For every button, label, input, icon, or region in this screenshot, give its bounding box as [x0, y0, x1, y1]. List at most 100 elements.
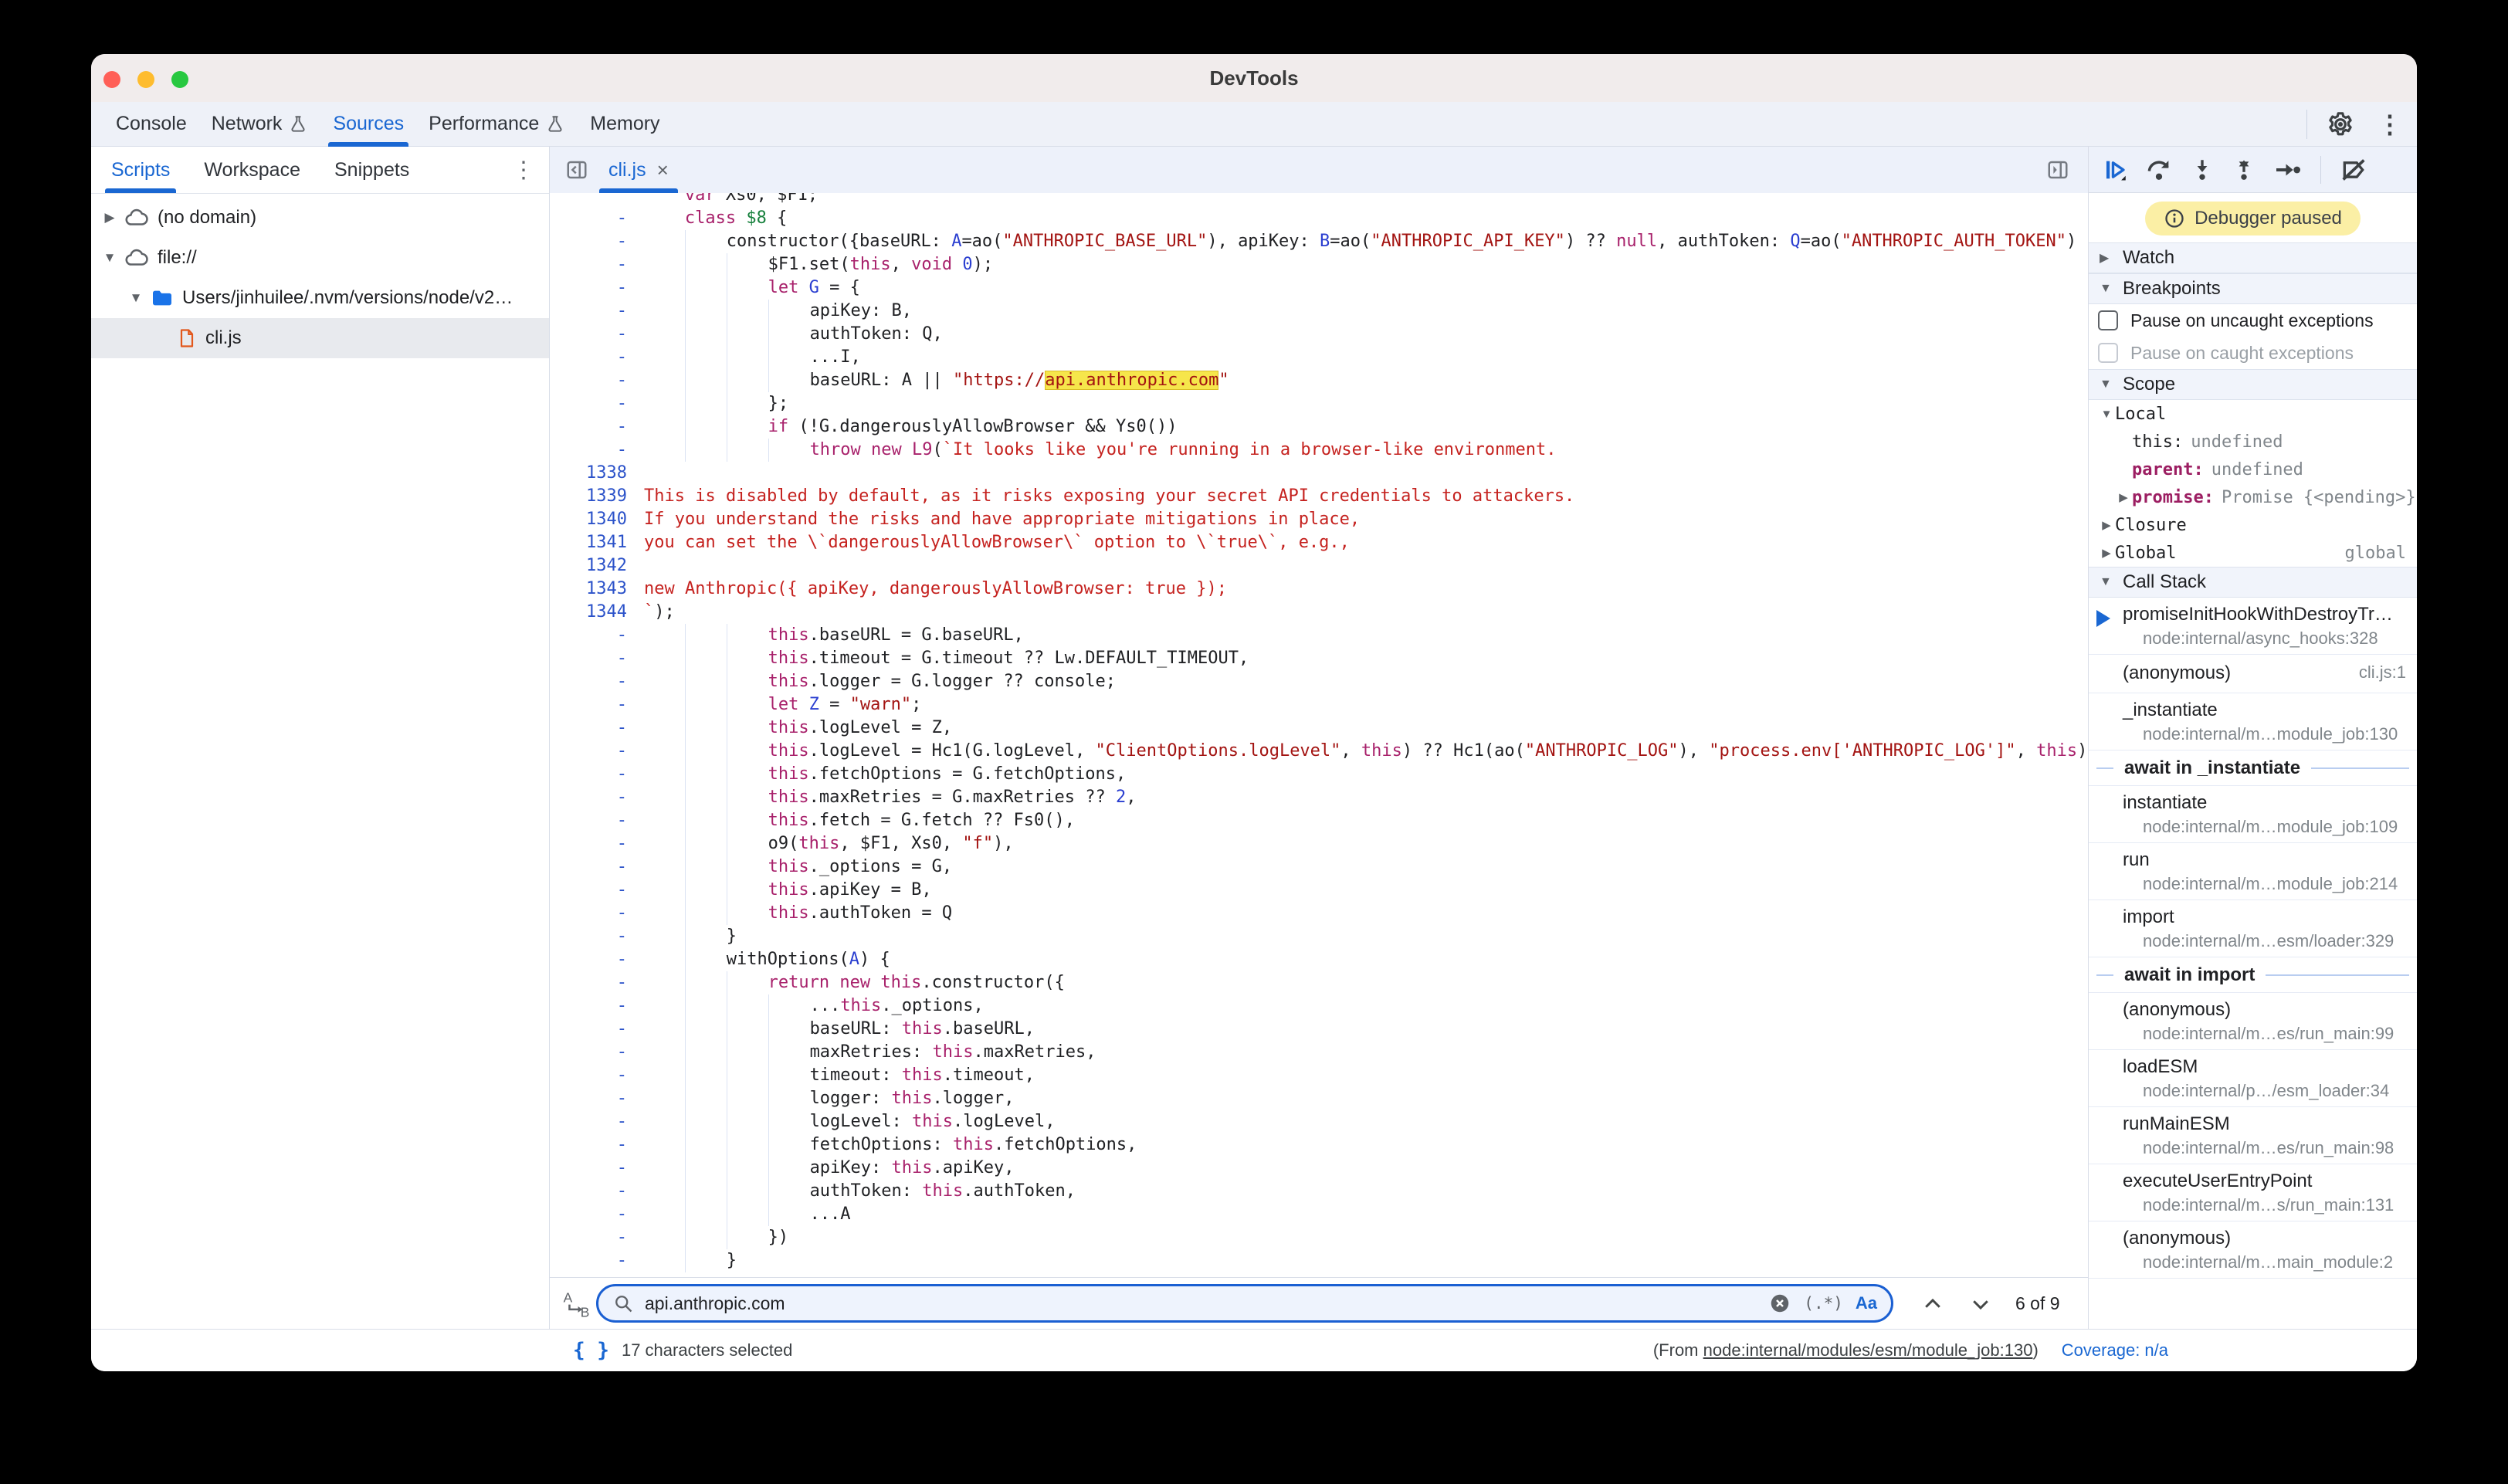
line-gutter[interactable]: 1341	[550, 531, 627, 554]
navigator-tab-snippets[interactable]: Snippets	[334, 147, 409, 193]
call-stack-frame[interactable]: (anonymous)cli.js:1	[2089, 655, 2417, 693]
call-stack-frame[interactable]: _instantiatenode:internal/m…module_job:1…	[2089, 693, 2417, 750]
line-gutter[interactable]: -	[550, 763, 627, 786]
line-gutter[interactable]: -	[550, 948, 627, 971]
replace-toggle-icon[interactable]: AB	[562, 1289, 591, 1318]
scope-row-promise[interactable]: ▶promise:Promise {<pending>}	[2089, 483, 2417, 511]
toggle-debugger-sidebar-icon[interactable]	[2046, 158, 2069, 181]
resume-script-icon[interactable]	[2103, 154, 2129, 186]
line-gutter[interactable]: -	[550, 994, 627, 1018]
line-gutter[interactable]: -	[550, 1110, 627, 1133]
line-gutter[interactable]: -	[550, 717, 627, 740]
line-gutter[interactable]: -	[550, 786, 627, 809]
checkbox[interactable]	[2098, 310, 2118, 330]
search-input[interactable]: api.anthropic.com (.*) Aa	[596, 1284, 1893, 1323]
line-gutter[interactable]: 1342	[550, 554, 627, 578]
tree-item-file-[interactable]: ▼file://	[91, 238, 549, 278]
chevron-right-icon[interactable]: ▶	[102, 210, 117, 225]
hide-navigator-icon[interactable]	[565, 158, 588, 181]
line-gutter[interactable]: -	[550, 230, 627, 253]
line-gutter[interactable]: -	[550, 439, 627, 462]
line-gutter[interactable]: 1340	[550, 508, 627, 531]
call-stack-frame[interactable]: (anonymous)node:internal/m…main_module:2	[2089, 1221, 2417, 1279]
call-stack-frame[interactable]: executeUserEntryPointnode:internal/m…s/r…	[2089, 1164, 2417, 1221]
line-gutter[interactable]: -	[550, 1133, 627, 1157]
coverage-link[interactable]: Coverage: n/a	[2062, 1340, 2168, 1360]
tree-item-cli-js[interactable]: cli.js	[91, 318, 549, 358]
line-gutter[interactable]: -	[550, 1041, 627, 1064]
scope-row-parent[interactable]: parent:undefined	[2089, 456, 2417, 483]
code-editor[interactable]: var Xs0, $F1;-class $8 {-constructor({ba…	[550, 193, 2088, 1278]
tab-network[interactable]: Network	[199, 102, 321, 147]
step-out-icon[interactable]	[2231, 154, 2257, 186]
pretty-print-icon[interactable]: { }	[573, 1339, 609, 1362]
line-gutter[interactable]: -	[550, 647, 627, 670]
line-gutter[interactable]: -	[550, 902, 627, 925]
navigator-kebab-menu-icon[interactable]: ⋮	[512, 147, 535, 193]
regex-toggle-icon[interactable]: (.*)	[1804, 1294, 1843, 1313]
line-gutter[interactable]: -	[550, 809, 627, 832]
scope-row-this[interactable]: this:undefined	[2089, 428, 2417, 456]
scope-row-Closure[interactable]: ▶Closure	[2089, 511, 2417, 539]
scope-row-Global[interactable]: ▶Globalglobal	[2089, 539, 2417, 567]
chevron-right-icon[interactable]: ▶	[2115, 490, 2132, 504]
line-gutter[interactable]: -	[550, 740, 627, 763]
line-gutter[interactable]: -	[550, 300, 627, 323]
line-gutter[interactable]: -	[550, 1249, 627, 1272]
step-into-icon[interactable]	[2189, 154, 2215, 186]
breakpoint-option[interactable]: Pause on caught exceptions	[2089, 337, 2417, 369]
line-gutter[interactable]: -	[550, 369, 627, 392]
line-gutter[interactable]: 1343	[550, 578, 627, 601]
tab-console[interactable]: Console	[103, 102, 199, 147]
section-breakpoints[interactable]: ▼Breakpoints	[2089, 273, 2417, 304]
line-gutter[interactable]: -	[550, 693, 627, 717]
tab-performance[interactable]: Performance	[416, 102, 578, 147]
line-gutter[interactable]: -	[550, 207, 627, 230]
close-tab-icon[interactable]: ×	[657, 158, 669, 182]
line-gutter[interactable]: -	[550, 253, 627, 276]
kebab-menu-icon[interactable]: ⋮	[2374, 108, 2406, 141]
step-icon[interactable]	[2272, 154, 2303, 186]
call-stack-frame[interactable]: (anonymous)node:internal/m…es/run_main:9…	[2089, 993, 2417, 1050]
line-gutter[interactable]: -	[550, 276, 627, 300]
line-gutter[interactable]: -	[550, 925, 627, 948]
previous-match-icon[interactable]	[1913, 1278, 1952, 1330]
match-case-toggle-icon[interactable]: Aa	[1856, 1293, 1877, 1313]
section-call-stack[interactable]: ▼Call Stack	[2089, 567, 2417, 598]
line-gutter[interactable]: -	[550, 415, 627, 439]
line-gutter[interactable]: -	[550, 1087, 627, 1110]
step-over-icon[interactable]	[2144, 154, 2174, 186]
chevron-right-icon[interactable]: ▶	[2098, 518, 2115, 532]
next-match-icon[interactable]	[1961, 1278, 2000, 1330]
line-gutter[interactable]: -	[550, 1203, 627, 1226]
scope-row-Local[interactable]: ▼Local	[2089, 400, 2417, 428]
line-gutter[interactable]: 1339	[550, 485, 627, 508]
tree-item-users-jinhuilee-nvm-versions-node-v2-[interactable]: ▼Users/jinhuilee/.nvm/versions/node/v2…	[91, 278, 549, 318]
line-gutter[interactable]: 1338	[550, 462, 627, 485]
line-gutter[interactable]: -	[550, 323, 627, 346]
chevron-right-icon[interactable]: ▶	[2098, 546, 2115, 560]
settings-gear-icon[interactable]	[2324, 108, 2357, 141]
call-stack-frame[interactable]: promiseInitHookWithDestroyTr…node:intern…	[2089, 598, 2417, 655]
navigator-tab-scripts[interactable]: Scripts	[111, 147, 170, 193]
line-gutter[interactable]: -	[550, 832, 627, 856]
line-gutter[interactable]: -	[550, 879, 627, 902]
tab-sources[interactable]: Sources	[320, 102, 416, 147]
line-gutter[interactable]: -	[550, 1157, 627, 1180]
line-gutter[interactable]: -	[550, 1180, 627, 1203]
chevron-down-icon[interactable]: ▼	[102, 250, 117, 266]
call-stack-frame[interactable]: runMainESMnode:internal/m…es/run_main:98	[2089, 1107, 2417, 1164]
line-gutter[interactable]: -	[550, 1226, 627, 1249]
line-gutter[interactable]: -	[550, 856, 627, 879]
navigator-tab-workspace[interactable]: Workspace	[204, 147, 300, 193]
source-origin-link[interactable]: node:internal/modules/esm/module_job:130	[1703, 1340, 2033, 1360]
call-stack-frame[interactable]: instantiatenode:internal/m…module_job:10…	[2089, 786, 2417, 843]
editor-tab-clijs[interactable]: cli.js ×	[596, 147, 681, 193]
chevron-down-icon[interactable]: ▼	[128, 290, 144, 306]
breakpoint-option[interactable]: Pause on uncaught exceptions	[2089, 304, 2417, 337]
deactivate-breakpoints-icon[interactable]	[2338, 154, 2369, 186]
tab-memory[interactable]: Memory	[578, 102, 672, 147]
call-stack-frame[interactable]: runnode:internal/m…module_job:214	[2089, 843, 2417, 900]
call-stack-frame[interactable]: importnode:internal/m…esm/loader:329	[2089, 900, 2417, 957]
section-watch[interactable]: ▶Watch	[2089, 242, 2417, 273]
